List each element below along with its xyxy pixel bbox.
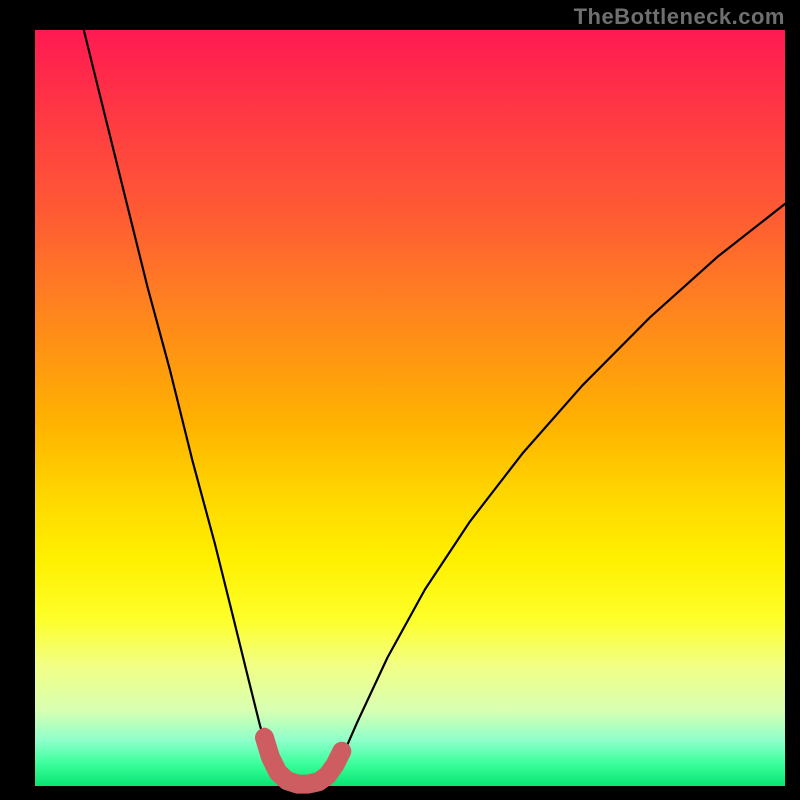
- chart-svg: [0, 0, 800, 800]
- selected-range-start-dot: [259, 728, 271, 740]
- selected-range-stroke: [265, 738, 342, 785]
- bottleneck-curve: [84, 30, 785, 785]
- chart-frame: TheBottleneck.com: [0, 0, 800, 800]
